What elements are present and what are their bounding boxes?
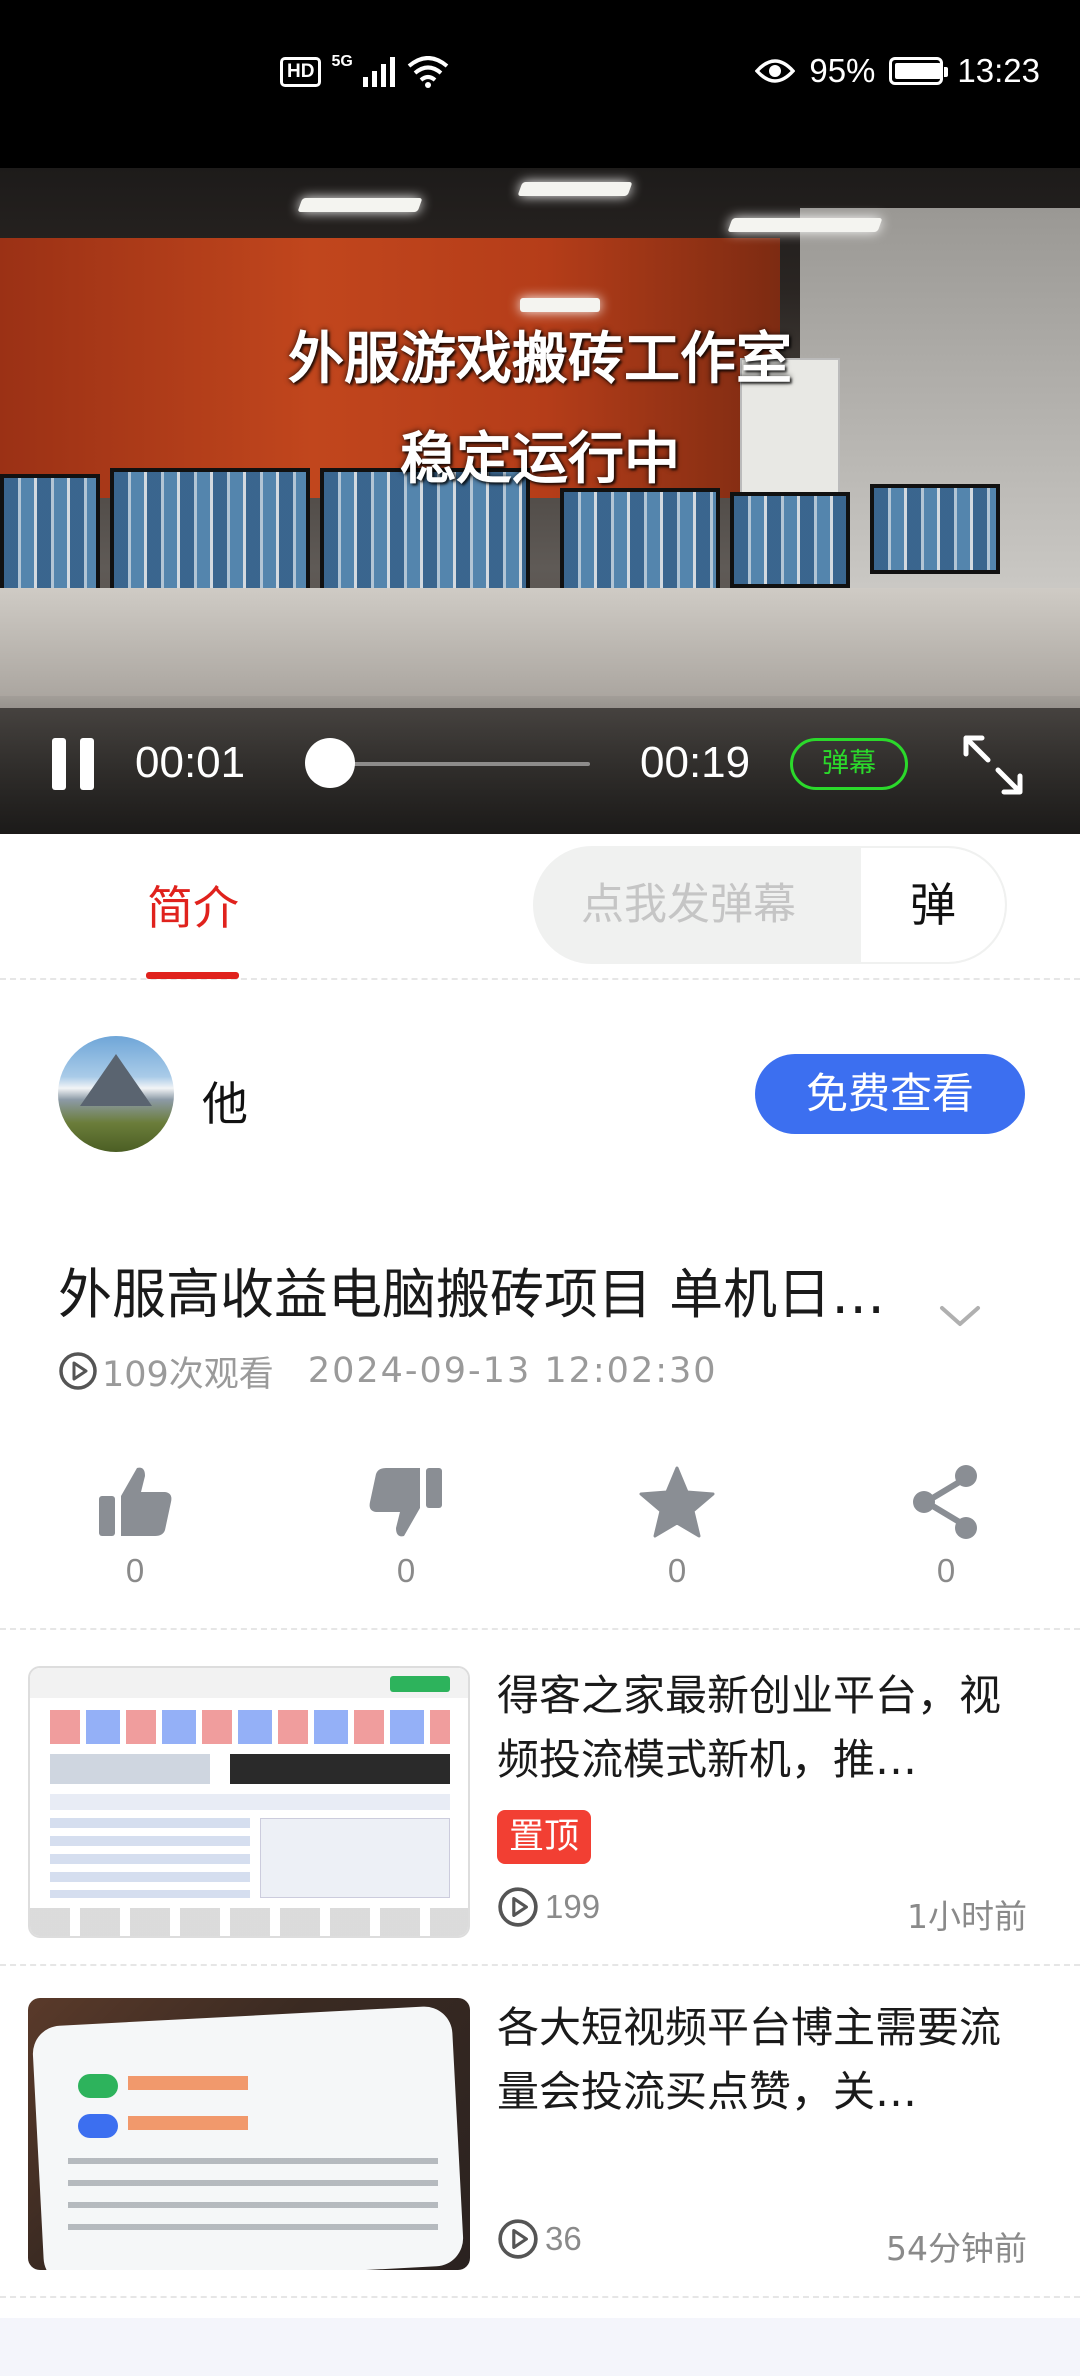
item-title: 各大短视频平台博主需要流量会投流买点赞，关…: [497, 2003, 1002, 2116]
favorite-count: 0: [667, 1552, 687, 1589]
author-name[interactable]: 他: [202, 1068, 248, 1134]
video-title: 外服高收益电脑搬砖项目 单机日…: [58, 1263, 886, 1326]
video-frame-light: [297, 198, 423, 212]
danmu-toggle-button[interactable]: 弹幕: [790, 738, 908, 790]
list-item[interactable]: 各大短视频平台博主需要流量会投流买点赞，关… 36 54分钟前: [0, 1966, 1080, 2298]
publish-date: 2024-09-13 12:02:30: [307, 1351, 718, 1391]
share-button[interactable]: 0: [886, 1462, 1006, 1590]
item-meta: 199 1小时前: [497, 1886, 1027, 1936]
pause-button[interactable]: [52, 738, 96, 790]
video-meta: 109次观看 2024-09-13 12:02:30: [58, 1346, 718, 1396]
video-frame-desk: [0, 588, 1080, 708]
avatar[interactable]: [58, 1036, 174, 1152]
thumbs-down-icon: [369, 1468, 442, 1537]
share-icon: [913, 1465, 977, 1539]
item-time: 54分钟前: [886, 2229, 1027, 2268]
fullscreen-icon: [963, 735, 1023, 795]
total-time: 00:19: [640, 738, 751, 787]
chevron-down-icon: [940, 1306, 980, 1326]
status-bar: HD 5G 95% 13:23: [0, 0, 1080, 168]
progress-knob[interactable]: [304, 738, 355, 788]
thumbs-up-icon: [99, 1467, 172, 1536]
item-time: 1小时前: [907, 1897, 1027, 1936]
author-row: 他 免费查看: [0, 1000, 1080, 1200]
view-count: 109次观看: [58, 1346, 274, 1397]
dislike-count: 0: [396, 1552, 416, 1589]
danmu-send-button[interactable]: 弹: [861, 848, 1005, 962]
item-title: 得客之家最新创业平台，视频投流模式新机，推…: [497, 1671, 1002, 1784]
action-bar: 0 0 0 0: [0, 1450, 1080, 1630]
thumbnail: [28, 1998, 470, 2270]
tab-row: 简介 点我发弹幕 弹: [0, 834, 1080, 980]
hd-icon: HD: [280, 57, 322, 87]
like-button[interactable]: 0: [75, 1462, 195, 1590]
play-circle-icon: [498, 1887, 538, 1927]
signal-icon: [362, 57, 395, 87]
item-views-text: 36: [545, 2220, 582, 2257]
pinned-badge: 置顶: [497, 1810, 592, 1864]
item-view-count: 199: [497, 1886, 600, 1928]
item-meta: 36 54分钟前: [497, 2218, 1027, 2268]
play-circle-icon: [59, 1352, 97, 1390]
progress-slider[interactable]: [304, 738, 590, 788]
video-player[interactable]: 外服游戏搬砖工作室 稳定运行中: [0, 168, 1080, 834]
expand-button[interactable]: [936, 1298, 984, 1334]
video-frame-monitor: [560, 488, 720, 598]
tab-intro[interactable]: 简介: [147, 872, 239, 938]
battery-percent: 95%: [809, 52, 876, 89]
dislike-button[interactable]: 0: [346, 1462, 466, 1590]
share-count: 0: [936, 1552, 956, 1589]
free-view-button[interactable]: 免费查看: [755, 1054, 1025, 1134]
item-views-text: 199: [545, 1888, 601, 1925]
status-right: 95% 13:23: [755, 52, 1040, 90]
battery-fill: [895, 63, 941, 79]
tab-active-indicator: [146, 972, 239, 979]
video-frame-light: [727, 218, 883, 232]
view-count-text: 109次观看: [102, 1354, 274, 1395]
video-caption-line1: 外服游戏搬砖工作室: [288, 327, 792, 392]
list-item[interactable]: 得客之家最新创业平台，视频投流模式新机，推… 置顶 199 1小时前: [0, 1634, 1080, 1966]
bottom-strip: [0, 2318, 1080, 2376]
play-circle-icon: [498, 2219, 538, 2259]
pause-icon: [52, 738, 66, 790]
favorite-button[interactable]: 0: [617, 1462, 737, 1590]
clock: 13:23: [957, 52, 1040, 89]
like-count: 0: [125, 1552, 145, 1589]
fullscreen-button[interactable]: [962, 734, 1024, 796]
eye-icon: [755, 59, 796, 83]
video-frame-light: [520, 298, 600, 312]
pause-icon: [80, 738, 94, 790]
video-frame-monitor: [870, 484, 1000, 574]
wifi-icon: [407, 56, 449, 88]
item-view-count: 36: [497, 2218, 582, 2260]
avatar-mountain: [80, 1054, 152, 1106]
video-caption-line2: 稳定运行中: [400, 427, 680, 492]
star-icon: [639, 1466, 715, 1538]
thumbnail: [28, 1666, 470, 1938]
danmu-input-group: 点我发弹幕 弹: [533, 846, 1007, 964]
video-frame-light: [517, 182, 633, 196]
network-type-label: 5G: [331, 53, 353, 70]
video-frame-monitor: [730, 492, 850, 588]
current-time: 00:01: [135, 738, 246, 787]
danmu-input[interactable]: 点我发弹幕: [535, 848, 863, 962]
status-left: HD 5G: [280, 53, 449, 88]
battery-icon: [889, 57, 949, 85]
